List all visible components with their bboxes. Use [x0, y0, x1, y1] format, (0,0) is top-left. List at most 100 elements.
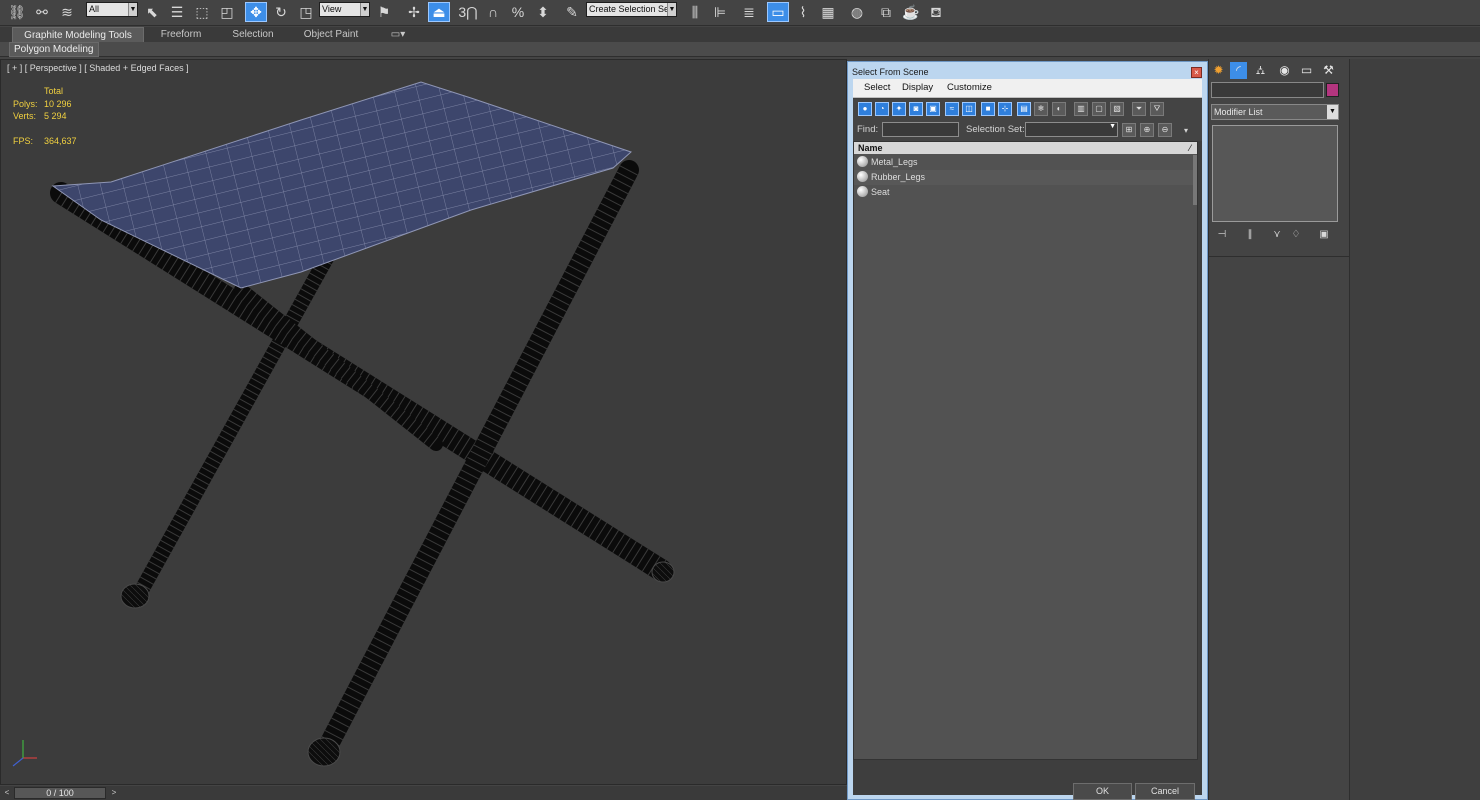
rectangular-selection-icon[interactable]: ⬚ — [191, 2, 213, 22]
select-and-rotate-icon[interactable]: ↻ — [270, 2, 292, 22]
chevron-down-icon: ▼ — [1327, 105, 1338, 119]
align-icon[interactable]: ⊫ — [709, 2, 731, 22]
ribbon-options-icon[interactable]: ▭▾ — [386, 27, 410, 42]
tab-graphite-modeling-tools[interactable]: Graphite Modeling Tools — [12, 27, 144, 42]
display-xrefs-icon[interactable]: ■ — [981, 102, 995, 116]
select-invert-icon[interactable]: ▧ — [1110, 102, 1124, 116]
select-and-move-icon[interactable]: ✥ — [245, 2, 267, 22]
axis-tripod-icon — [12, 740, 37, 767]
next-frame-button[interactable]: > — [108, 787, 120, 799]
display-tab-icon[interactable]: ▭ — [1298, 62, 1315, 79]
main-toolbar: ⛓ ⚯ ≋ All ▼ ⬉ ☰ ⬚ ◰ ✥ ↻ ◳ View ▼ ⚑ ✢ ⏏ 3 ⋂ … — [0, 0, 1480, 26]
bind-space-warp-icon[interactable]: ≋ — [56, 2, 78, 22]
curve-editor-icon[interactable]: ⌇ — [792, 2, 814, 22]
tab-object-paint[interactable]: Object Paint — [292, 27, 370, 42]
display-hidden-icon[interactable]: ◐ — [1052, 102, 1066, 116]
display-bones-icon[interactable]: ⊹ — [998, 102, 1012, 116]
menu-customize[interactable]: Customize — [947, 82, 992, 93]
chevron-down-icon: ▼ — [1109, 123, 1116, 130]
rendered-frame-window-icon[interactable]: ☕ — [900, 2, 922, 22]
edit-named-selection-icon[interactable]: ✎ — [561, 2, 583, 22]
viewport-label[interactable]: [ + ] [ Perspective ] [ Shaded + Edged F… — [7, 63, 189, 73]
named-selection-sets-dropdown[interactable]: Create Selection Se ▼ — [586, 2, 677, 17]
select-none-icon[interactable]: ▢ — [1092, 102, 1106, 116]
list-scrollbar[interactable] — [1193, 155, 1197, 205]
render-setup-icon[interactable]: ⧉ — [875, 2, 897, 22]
utilities-tab-icon[interactable]: ⚒ — [1320, 62, 1337, 79]
prev-frame-button[interactable]: < — [1, 787, 13, 799]
create-tab-icon[interactable]: ✹ — [1210, 62, 1227, 79]
add-to-set-icon[interactable]: ⊕ — [1140, 123, 1154, 137]
display-shapes-icon[interactable]: ◔ — [875, 102, 889, 116]
display-cameras-icon[interactable]: ◙ — [909, 102, 923, 116]
hierarchy-tab-icon[interactable]: ⛼ — [1252, 62, 1269, 79]
keyboard-shortcut-override-icon[interactable]: ⏏ — [428, 2, 450, 22]
modify-tab-icon[interactable]: ◜ — [1230, 62, 1247, 79]
window-crossing-icon[interactable]: ◰ — [216, 2, 238, 22]
perspective-viewport[interactable]: [ + ] [ Perspective ] [ Shaded + Edged F… — [0, 59, 847, 785]
display-lights-icon[interactable]: ✦ — [892, 102, 906, 116]
selection-set-dropdown[interactable]: ▼ — [1025, 122, 1118, 137]
select-all-icon[interactable]: ▥ — [1074, 102, 1088, 116]
display-groups-icon[interactable]: ◫ — [962, 102, 976, 116]
ok-button[interactable]: OK — [1073, 783, 1132, 800]
column-header-name[interactable]: Name ⁄ — [854, 142, 1197, 154]
mirror-icon[interactable]: ⫼ — [684, 2, 706, 22]
time-slider[interactable]: 0 / 100 — [14, 787, 106, 799]
remove-from-set-icon[interactable]: ⊖ — [1158, 123, 1172, 137]
snaps-toggle-icon[interactable]: 3 ⋂ — [457, 2, 479, 22]
angle-snap-icon[interactable]: ∩ — [482, 2, 504, 22]
ribbon-panel-polygon-modeling[interactable]: Polygon Modeling — [9, 42, 99, 57]
select-and-manipulate-icon[interactable]: ✢ — [403, 2, 425, 22]
selection-filter-dropdown[interactable]: All ▼ — [86, 2, 138, 17]
cancel-button[interactable]: Cancel — [1135, 783, 1195, 800]
spinner-snap-icon[interactable]: ⬍ — [532, 2, 554, 22]
pivot-center-icon[interactable]: ⚑ — [373, 2, 395, 22]
display-geometry-icon[interactable]: ● — [858, 102, 872, 116]
configure-modifier-sets-icon[interactable]: ▣ — [1317, 228, 1331, 241]
material-editor-icon[interactable]: ◍ — [846, 2, 868, 22]
dialog-menu-bar: Select Display Customize — [853, 79, 1202, 98]
display-space-warps-icon[interactable]: ≈ — [945, 102, 959, 116]
make-unique-icon[interactable]: ⋎ — [1270, 228, 1284, 241]
dialog-body: Select Display Customize ● ◔ ✦ ◙ ▣ ≈ ◫ ■… — [853, 79, 1202, 800]
close-button[interactable]: × — [1191, 67, 1202, 78]
filter-icon[interactable]: ⏷ — [1132, 102, 1146, 116]
select-by-name-icon[interactable]: ☰ — [166, 2, 188, 22]
select-and-link-icon[interactable]: ⛓ — [6, 2, 28, 22]
menu-display[interactable]: Display — [902, 82, 933, 93]
graphite-modeling-toggle-icon[interactable]: ▭ — [767, 2, 789, 22]
pin-stack-icon[interactable]: ⊣ — [1215, 228, 1229, 241]
filter-options-icon[interactable]: ⛛ — [1150, 102, 1164, 116]
menu-select[interactable]: Select — [864, 82, 890, 93]
tab-selection[interactable]: Selection — [220, 27, 286, 42]
motion-tab-icon[interactable]: ◉ — [1276, 62, 1293, 79]
reference-coordinate-dropdown[interactable]: View ▼ — [319, 2, 370, 17]
unlink-icon[interactable]: ⚯ — [31, 2, 53, 22]
percent-snap-icon[interactable]: % — [507, 2, 529, 22]
sort-icon: ⁄ — [1189, 143, 1191, 153]
select-object-icon[interactable]: ⬉ — [141, 2, 163, 22]
select-and-scale-icon[interactable]: ◳ — [295, 2, 317, 22]
find-input[interactable] — [882, 122, 959, 137]
display-containers-icon[interactable]: ▤ — [1017, 102, 1031, 116]
show-end-result-icon[interactable]: ∥ — [1243, 228, 1257, 241]
modifier-stack[interactable] — [1212, 125, 1338, 222]
schematic-view-icon[interactable]: ▦ — [817, 2, 839, 22]
tab-freeform[interactable]: Freeform — [148, 27, 214, 42]
render-production-icon[interactable]: ⛾ — [925, 2, 947, 22]
layer-manager-icon[interactable]: ≣ — [738, 2, 760, 22]
display-frozen-icon[interactable]: ❄ — [1034, 102, 1048, 116]
create-set-icon[interactable]: ⊞ — [1122, 123, 1136, 137]
scene-object-list[interactable]: Name ⁄ Metal_Legs Rubber_Legs Seat — [853, 141, 1198, 760]
object-color-swatch[interactable] — [1326, 83, 1339, 97]
list-item[interactable]: Rubber_Legs — [854, 170, 1195, 185]
list-item[interactable]: Seat — [854, 185, 1195, 200]
modifier-list-dropdown[interactable]: Modifier List ▼ — [1211, 104, 1339, 120]
list-item[interactable]: Metal_Legs — [854, 155, 1195, 170]
expand-icon[interactable]: ▾ — [1184, 126, 1188, 135]
display-helpers-icon[interactable]: ▣ — [926, 102, 940, 116]
statistics-overlay: Total Polys: 10 296 Verts: 5 294 FPS: 364,6… — [13, 85, 77, 148]
remove-modifier-icon[interactable]: ♢ — [1289, 228, 1303, 241]
object-name-field[interactable] — [1211, 82, 1324, 98]
